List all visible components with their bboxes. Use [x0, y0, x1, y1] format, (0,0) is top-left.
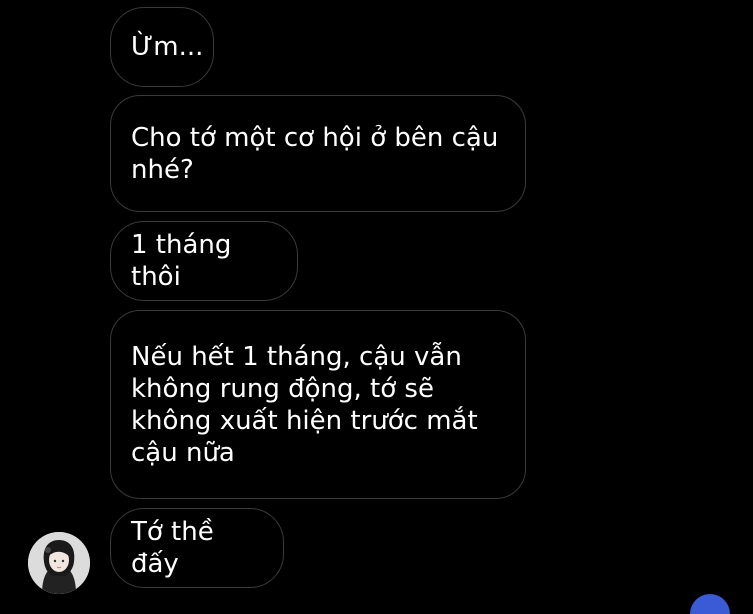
message-text: Cho tớ một cơ hội ở bên cậu nhé?: [131, 122, 499, 185]
message-text: Tớ thề đấy: [131, 517, 222, 579]
message-text: Ừm...: [131, 32, 204, 62]
message-bubble[interactable]: 1 tháng thôi: [110, 221, 298, 301]
message-text: Nếu hết 1 tháng, cậu vẫn không rung động…: [131, 341, 478, 468]
message-bubble[interactable]: Tớ thề đấy: [110, 508, 284, 588]
message-bubble[interactable]: Ừm...: [110, 7, 214, 87]
message-bubble[interactable]: Nếu hết 1 tháng, cậu vẫn không rung động…: [110, 310, 526, 499]
message-text: 1 tháng thôi: [131, 230, 240, 292]
contact-avatar-icon[interactable]: [28, 532, 90, 594]
partial-badge-icon: [690, 594, 730, 614]
message-bubble[interactable]: Cho tớ một cơ hội ở bên cậu nhé?: [110, 95, 526, 212]
chat-thread: Ừm... Cho tớ một cơ hội ở bên cậu nhé? 1…: [0, 0, 753, 614]
